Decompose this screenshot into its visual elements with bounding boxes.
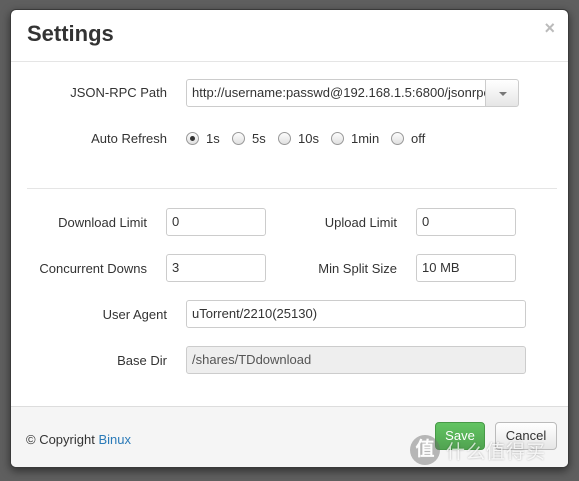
radio-icon[interactable] xyxy=(391,132,404,145)
watermark-logo-icon: 值 xyxy=(410,435,440,465)
min-split-size-label: Min Split Size xyxy=(318,261,397,276)
concurrent-downs-input[interactable]: 3 xyxy=(166,254,266,282)
download-limit-label: Download Limit xyxy=(58,215,147,230)
auto-refresh-option-5s[interactable]: 5s xyxy=(232,131,266,146)
auto-refresh-option-1min[interactable]: 1min xyxy=(331,131,379,146)
rpc-path-label: JSON-RPC Path xyxy=(70,85,167,100)
dialog-title: Settings xyxy=(27,21,114,46)
radio-icon[interactable] xyxy=(232,132,245,145)
base-dir-input: /shares/TDdownload xyxy=(186,346,526,374)
base-dir-label: Base Dir xyxy=(117,353,167,368)
auto-refresh-option-1s[interactable]: 1s xyxy=(186,131,220,146)
copyright-prefix: © Copyright xyxy=(26,432,95,447)
radio-label: 5s xyxy=(252,131,266,146)
chevron-down-icon xyxy=(499,92,507,96)
radio-icon[interactable] xyxy=(186,132,199,145)
settings-dialog: Settings × JSON-RPC Path http://username… xyxy=(10,9,569,468)
user-agent-label: User Agent xyxy=(102,307,167,322)
concurrent-downs-label: Concurrent Downs xyxy=(39,261,147,276)
rpc-path-input[interactable]: http://username:passwd@192.168.1.5:6800/… xyxy=(186,79,486,107)
radio-icon[interactable] xyxy=(278,132,291,145)
copyright-text: © Copyright Binux xyxy=(26,432,131,447)
author-link[interactable]: Binux xyxy=(98,432,131,447)
upload-limit-input[interactable]: 0 xyxy=(416,208,516,236)
upload-limit-label: Upload Limit xyxy=(324,215,397,230)
download-limit-input[interactable]: 0 xyxy=(166,208,266,236)
user-agent-input[interactable]: uTorrent/2210(25130) xyxy=(186,300,526,328)
close-icon[interactable]: × xyxy=(544,19,555,37)
radio-label: 1s xyxy=(206,131,220,146)
section-divider xyxy=(27,188,557,189)
min-split-size-input[interactable]: 10 MB xyxy=(416,254,516,282)
auto-refresh-option-off[interactable]: off xyxy=(391,131,425,146)
site-watermark: 值 什么值得买 xyxy=(410,435,546,465)
radio-icon[interactable] xyxy=(331,132,344,145)
auto-refresh-label: Auto Refresh xyxy=(91,131,167,146)
radio-label: off xyxy=(411,131,426,146)
radio-label: 10s xyxy=(298,131,319,146)
radio-label: 1min xyxy=(351,131,380,146)
dialog-header: Settings × xyxy=(11,10,568,62)
rpc-path-dropdown-button[interactable] xyxy=(485,79,519,107)
watermark-text: 什么值得买 xyxy=(446,441,547,463)
auto-refresh-option-10s[interactable]: 10s xyxy=(278,131,319,146)
